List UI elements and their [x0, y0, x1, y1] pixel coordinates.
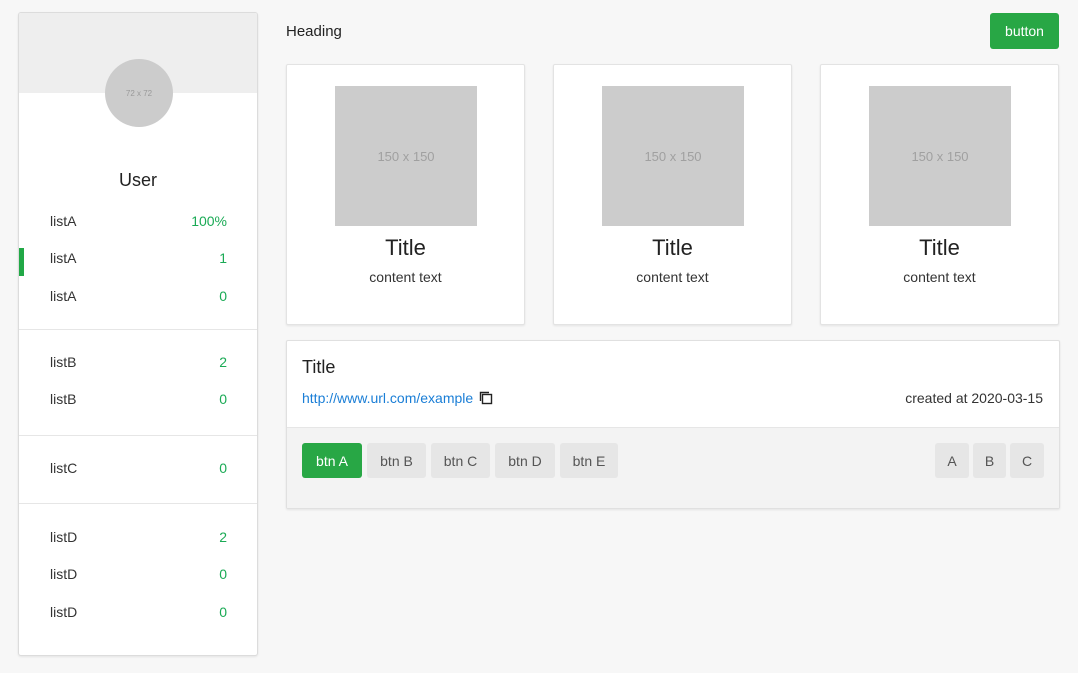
card: 150 x 150 Title content text [553, 64, 792, 325]
list-item[interactable]: listB 2 [19, 343, 257, 381]
list-item[interactable]: listD 0 [19, 593, 257, 631]
list-item-value: 0 [219, 566, 227, 583]
list-item[interactable]: listC 0 [19, 449, 257, 487]
list-item[interactable]: listA 100% [19, 202, 257, 240]
list-group-c: listC 0 [19, 449, 257, 487]
card: 150 x 150 Title content text [820, 64, 1059, 325]
url-link[interactable]: http://www.url.com/example [302, 390, 473, 406]
card-title: Title [652, 235, 693, 260]
detail-panel: Title http://www.url.com/example created… [286, 340, 1060, 509]
card: 150 x 150 Title content text [286, 64, 525, 325]
btn-a-small[interactable]: A [935, 443, 969, 478]
list-item-label: listD [50, 566, 78, 583]
list-item-value: 2 [219, 528, 227, 545]
list-item[interactable]: listD 0 [19, 556, 257, 594]
list-item-active[interactable]: listA 1 [19, 240, 257, 278]
card-title: Title [919, 235, 960, 260]
header-button[interactable]: button [990, 13, 1059, 49]
card-image: 150 x 150 [602, 86, 744, 226]
list-item-label: listB [50, 353, 77, 370]
page-heading: Heading [286, 23, 342, 40]
list-item-value: 0 [219, 603, 227, 620]
list-item[interactable]: listA 0 [19, 277, 257, 315]
panel-url-row: http://www.url.com/example [302, 390, 494, 406]
btn-b-small[interactable]: B [973, 443, 1006, 478]
panel-footer: btn A btn B btn C btn D btn E A B C [287, 427, 1059, 508]
list-item[interactable]: listB 0 [19, 381, 257, 419]
list-item-label: listD [50, 528, 78, 545]
list-item-value: 100% [191, 212, 227, 229]
copy-icon[interactable] [478, 390, 494, 406]
list-item-label: listD [50, 603, 78, 620]
card-image: 150 x 150 [869, 86, 1011, 226]
list-group-d: listD 2 listD 0 listD 0 [19, 518, 257, 631]
list-item-value: 0 [219, 391, 227, 408]
list-item-label: listA [50, 250, 77, 267]
list-group-a: listA 100% listA 1 listA 0 [19, 202, 257, 315]
list-item-value: 0 [219, 287, 227, 304]
list-item-label: listB [50, 391, 77, 408]
card-image-placeholder-text: 150 x 150 [911, 148, 969, 164]
list-item-label: listC [50, 459, 78, 476]
list-group-b: listB 2 listB 0 [19, 343, 257, 418]
username: User [118, 170, 157, 190]
list-item-value: 0 [219, 459, 227, 476]
btn-d[interactable]: btn D [495, 443, 555, 478]
card-text: content text [636, 269, 709, 285]
sidebar: 72 x 72 User listA 100% listA 1 listA 0 … [18, 12, 258, 656]
panel-title: Title [302, 357, 336, 377]
card-title: Title [385, 235, 426, 260]
btn-e[interactable]: btn E [560, 443, 618, 478]
list-item[interactable]: listD 2 [19, 518, 257, 556]
btn-c[interactable]: btn C [431, 443, 490, 478]
list-item-label: listA [50, 287, 77, 304]
created-date: created at 2020-03-15 [905, 390, 1043, 406]
list-item-label: listA [50, 212, 77, 229]
divider [19, 503, 257, 504]
btn-b[interactable]: btn B [367, 443, 426, 478]
list-item-value: 2 [219, 353, 227, 370]
card-image: 150 x 150 [335, 86, 477, 226]
card-text: content text [369, 269, 442, 285]
avatar: 72 x 72 [105, 59, 173, 127]
card-image-placeholder-text: 150 x 150 [644, 148, 702, 164]
list-item-value: 1 [219, 250, 227, 267]
divider [19, 329, 257, 330]
card-image-placeholder-text: 150 x 150 [377, 148, 435, 164]
card-text: content text [903, 269, 976, 285]
avatar-placeholder-text: 72 x 72 [125, 88, 153, 98]
btn-a[interactable]: btn A [302, 443, 362, 478]
btn-c-small[interactable]: C [1010, 443, 1044, 478]
divider [19, 435, 257, 436]
